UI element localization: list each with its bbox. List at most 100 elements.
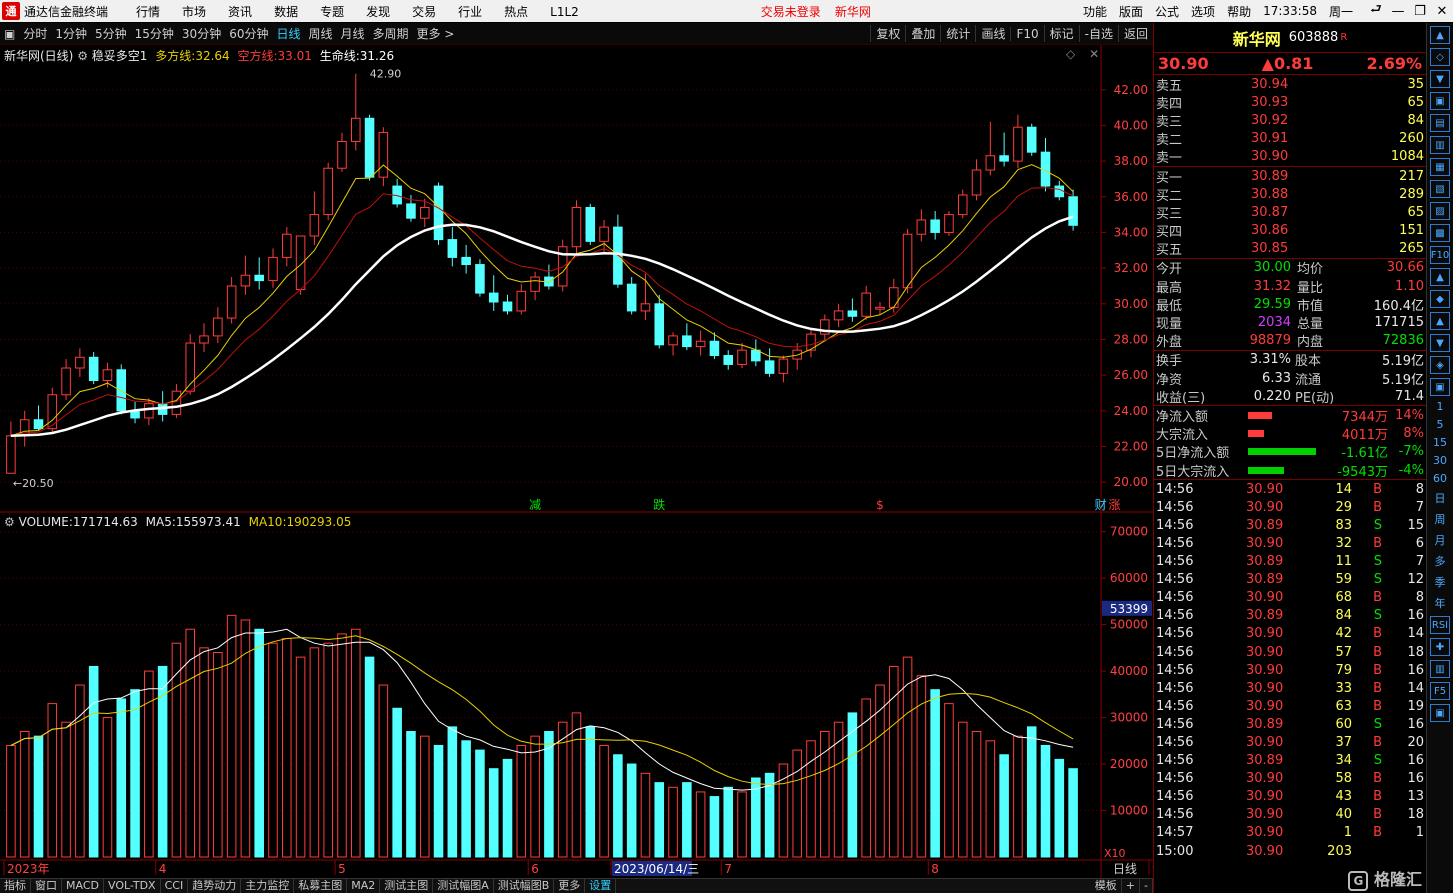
period-tab-3[interactable]: 15分钟 bbox=[131, 25, 178, 42]
tool-icon-10[interactable]: F10 bbox=[1430, 246, 1450, 264]
tool-icon-16[interactable]: ▣ bbox=[1430, 378, 1450, 396]
bottom-tab-1[interactable]: 窗口 bbox=[31, 879, 62, 893]
toolbar-right-6[interactable]: -自选 bbox=[1078, 25, 1118, 42]
bottom-right-1[interactable]: + bbox=[1122, 879, 1141, 893]
bottom-tab-10[interactable]: 测试幅图A bbox=[433, 879, 494, 893]
bottom-tab-8[interactable]: MA2 bbox=[347, 879, 381, 893]
layout-icon[interactable]: ▣ bbox=[0, 27, 19, 41]
bottom-tab-3[interactable]: VOL-TDX bbox=[104, 879, 161, 893]
period-shortcut-2[interactable]: 15 bbox=[1430, 436, 1450, 449]
tool-icon-2[interactable]: ▼ bbox=[1430, 70, 1450, 88]
tool-icon-6[interactable]: ▦ bbox=[1430, 158, 1450, 176]
tool-icon-12[interactable]: ◆ bbox=[1430, 290, 1450, 308]
period-shortcut-9[interactable]: 季 bbox=[1430, 574, 1450, 590]
event-marker[interactable]: $ bbox=[876, 498, 884, 512]
bottom-tab-2[interactable]: MACD bbox=[62, 879, 104, 893]
event-marker[interactable]: 减 bbox=[529, 498, 541, 512]
close-icon[interactable]: ✕ bbox=[1431, 4, 1453, 19]
period-tab-0[interactable]: 分时 bbox=[19, 25, 51, 42]
menu-right-item-2[interactable]: 公式 bbox=[1155, 3, 1179, 20]
maximize-icon[interactable]: ❐ bbox=[1409, 4, 1431, 19]
period-shortcut-7[interactable]: 月 bbox=[1430, 532, 1450, 548]
period-shortcut-0[interactable]: 1 bbox=[1430, 400, 1450, 413]
menu-right-item-0[interactable]: 功能 bbox=[1083, 3, 1107, 20]
period-shortcut-4[interactable]: 60 bbox=[1430, 472, 1450, 485]
chart-area[interactable]: 20.00 22.00 24.00 26.00 28.00 30.00 32.00 34.00… bbox=[0, 45, 1153, 880]
period-tab-2[interactable]: 5分钟 bbox=[91, 25, 131, 42]
kline-chart[interactable]: 20.00 22.00 24.00 26.00 28.00 30.00 32.00 34.00… bbox=[0, 45, 1153, 880]
menu-item-7[interactable]: 行业 bbox=[458, 5, 482, 19]
period-tab-9[interactable]: 多周期 bbox=[369, 25, 413, 42]
menu-right-item-1[interactable]: 版面 bbox=[1119, 3, 1143, 20]
toolbar-right-1[interactable]: 叠加 bbox=[905, 25, 940, 42]
tool-icon-5[interactable]: ▥ bbox=[1430, 136, 1450, 154]
back-icon[interactable]: ⮐ bbox=[1365, 0, 1387, 22]
period-shortcut-1[interactable]: 5 bbox=[1430, 418, 1450, 431]
bottom-tab-11[interactable]: 测试幅图B bbox=[494, 879, 555, 893]
bottom-tab-6[interactable]: 主力监控 bbox=[241, 879, 295, 893]
tool-icon-13[interactable]: ▲ bbox=[1430, 312, 1450, 330]
tool-icon-7[interactable]: ▧ bbox=[1430, 180, 1450, 198]
bottom-right-2[interactable]: - bbox=[1140, 879, 1153, 893]
period-tab-1[interactable]: 1分钟 bbox=[51, 25, 91, 42]
bottom-tab-4[interactable]: CCI bbox=[161, 879, 189, 893]
tool-icon-14[interactable]: ▼ bbox=[1430, 334, 1450, 352]
toolbar-right-0[interactable]: 复权 bbox=[870, 25, 905, 42]
menu-right-item-4[interactable]: 帮助 bbox=[1227, 3, 1251, 20]
toolbar-right-3[interactable]: 画线 bbox=[975, 25, 1010, 42]
tool-icon-15[interactable]: ◈ bbox=[1430, 356, 1450, 374]
toolbar-right-7[interactable]: 返回 bbox=[1117, 25, 1153, 42]
menu-status-1[interactable]: 新华网 bbox=[835, 3, 871, 20]
tool-icon-19[interactable]: ▥ bbox=[1430, 660, 1450, 678]
bottom-tab-12[interactable]: 更多 bbox=[554, 879, 586, 893]
tool-icon-11[interactable]: ▲ bbox=[1430, 268, 1450, 286]
tool-icon-20[interactable]: F5 bbox=[1430, 682, 1450, 700]
period-tab-7[interactable]: 周线 bbox=[305, 25, 337, 42]
volume-settings-icon[interactable]: ⚙ bbox=[4, 515, 15, 529]
bottom-tab-13[interactable]: 设置 bbox=[585, 879, 617, 893]
toolbar-right-4[interactable]: F10 bbox=[1010, 26, 1043, 41]
bottom-tab-0[interactable]: 指标 bbox=[0, 879, 31, 893]
period-shortcut-3[interactable]: 30 bbox=[1430, 454, 1450, 467]
event-marker[interactable]: 涨 bbox=[1108, 497, 1120, 512]
collapse-icon[interactable]: ◇ bbox=[1066, 47, 1075, 61]
menu-item-5[interactable]: 发现 bbox=[366, 5, 390, 19]
period-tab-6[interactable]: 日线 bbox=[272, 25, 304, 42]
bottom-tab-5[interactable]: 趋势动力 bbox=[188, 879, 242, 893]
tick-list[interactable]: 14:56 30.90 14 B 8 14:56 30.90 29 B 7 14:56 30.89 83… bbox=[1154, 480, 1426, 860]
period-shortcut-8[interactable]: 多 bbox=[1430, 553, 1450, 569]
toolbar-right-5[interactable]: 标记 bbox=[1043, 25, 1079, 42]
period-tab-4[interactable]: 30分钟 bbox=[178, 25, 225, 42]
menu-item-3[interactable]: 数据 bbox=[274, 5, 298, 19]
event-marker[interactable]: 跌 bbox=[653, 497, 665, 512]
tool-icon-17[interactable]: RSI bbox=[1430, 616, 1450, 634]
period-shortcut-10[interactable]: 年 bbox=[1430, 595, 1450, 611]
menu-item-9[interactable]: L1L2 bbox=[550, 5, 579, 19]
close-chart-icon[interactable]: ✕ bbox=[1089, 47, 1099, 61]
period-shortcut-5[interactable]: 日 bbox=[1430, 490, 1450, 506]
tool-icon-3[interactable]: ▣ bbox=[1430, 92, 1450, 110]
menu-item-4[interactable]: 专题 bbox=[320, 5, 344, 19]
tool-icon-9[interactable]: ▩ bbox=[1430, 224, 1450, 242]
period-shortcut-6[interactable]: 周 bbox=[1430, 511, 1450, 527]
menu-item-2[interactable]: 资讯 bbox=[228, 5, 252, 19]
menu-status-0[interactable]: 交易未登录 bbox=[761, 3, 821, 20]
tool-icon-18[interactable]: ✚ bbox=[1430, 638, 1450, 656]
tool-icon-8[interactable]: ▨ bbox=[1430, 202, 1450, 220]
settings-icon[interactable]: ⚙ bbox=[77, 49, 88, 63]
period-tab-8[interactable]: 月线 bbox=[337, 25, 369, 42]
tool-icon-4[interactable]: ▤ bbox=[1430, 114, 1450, 132]
period-tab-10[interactable]: 更多 > bbox=[413, 25, 459, 42]
bottom-tab-7[interactable]: 私募主图 bbox=[294, 879, 348, 893]
menu-item-8[interactable]: 热点 bbox=[504, 5, 528, 19]
menu-item-0[interactable]: 行情 bbox=[136, 5, 160, 19]
menu-item-6[interactable]: 交易 bbox=[412, 5, 436, 19]
bottom-right-0[interactable]: 模板 bbox=[1091, 879, 1122, 893]
menu-item-1[interactable]: 市场 bbox=[182, 5, 206, 19]
event-marker[interactable]: 财 bbox=[1095, 498, 1107, 512]
toolbar-right-2[interactable]: 统计 bbox=[940, 25, 975, 42]
tool-icon-1[interactable]: ◇ bbox=[1430, 48, 1450, 66]
period-tab-5[interactable]: 60分钟 bbox=[225, 25, 272, 42]
tool-icon-21[interactable]: ▣ bbox=[1430, 704, 1450, 722]
bottom-tab-9[interactable]: 测试主图 bbox=[380, 879, 434, 893]
